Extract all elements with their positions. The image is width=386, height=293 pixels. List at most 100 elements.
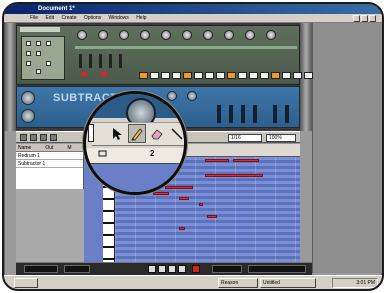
rack-rail-left: [4, 23, 16, 131]
synth-slider[interactable]: [253, 105, 257, 123]
magnifier-lens: 2: [83, 91, 187, 195]
synth-slider[interactable]: [273, 105, 277, 123]
menu-create[interactable]: Create: [61, 15, 76, 21]
synth-slider[interactable]: [217, 105, 221, 123]
minimize-button[interactable]: [353, 15, 360, 22]
step-button[interactable]: [150, 72, 159, 79]
midi-note[interactable]: [153, 192, 169, 195]
taskbar-task-reason[interactable]: Reason: [218, 278, 258, 288]
menu-edit[interactable]: Edit: [45, 15, 54, 21]
midi-note[interactable]: [179, 197, 189, 200]
midi-note[interactable]: [205, 159, 229, 162]
close-button[interactable]: [369, 15, 376, 22]
menu-help[interactable]: Help: [136, 15, 146, 21]
enable-led: [101, 72, 107, 76]
start-button[interactable]: [14, 278, 38, 288]
edit-view-button[interactable]: [30, 134, 37, 141]
drum-slider[interactable]: [89, 54, 92, 68]
pencil-tool-icon[interactable]: [128, 124, 146, 143]
drum-lane-button[interactable]: [50, 134, 57, 141]
step-button[interactable]: [293, 72, 302, 79]
menu-file[interactable]: File: [30, 15, 38, 21]
pattern-button[interactable]: [36, 51, 41, 56]
pattern-button[interactable]: [26, 41, 31, 46]
step-button[interactable]: [194, 72, 203, 79]
synth-slider[interactable]: [229, 105, 233, 123]
step-button[interactable]: [282, 72, 291, 79]
stop-button[interactable]: [168, 265, 176, 273]
drum-slider[interactable]: [79, 54, 82, 68]
pattern-button[interactable]: [36, 41, 41, 46]
synth-knob[interactable]: [187, 91, 197, 101]
drum-slider[interactable]: [99, 54, 102, 68]
midi-note[interactable]: [233, 159, 259, 162]
step-button[interactable]: [260, 72, 269, 79]
step-button[interactable]: [304, 72, 313, 79]
track-row-redrum[interactable]: Redrum 1: [16, 152, 83, 160]
eraser-tool-icon[interactable]: [148, 124, 166, 143]
pattern-button[interactable]: [36, 69, 41, 74]
midi-note[interactable]: [207, 215, 217, 218]
rewind-button[interactable]: [148, 265, 156, 273]
magnified-scroll-handle: [88, 124, 94, 142]
step-button[interactable]: [183, 72, 192, 79]
forward-button[interactable]: [158, 265, 166, 273]
drum-knob[interactable]: [98, 30, 108, 40]
play-button[interactable]: [178, 265, 186, 273]
step-button[interactable]: [249, 72, 258, 79]
step-button[interactable]: [271, 72, 280, 79]
drum-knob[interactable]: [140, 30, 150, 40]
taskbar-task-untitled[interactable]: Untitled: [260, 278, 316, 288]
drum-slider[interactable]: [109, 54, 112, 68]
zoom-field[interactable]: 100%: [266, 134, 296, 142]
midi-note[interactable]: [199, 203, 203, 206]
step-button[interactable]: [172, 72, 181, 79]
synth-slider[interactable]: [285, 105, 289, 123]
step-button[interactable]: [227, 72, 236, 79]
magnified-synth-panel: [86, 94, 184, 128]
step-button[interactable]: [205, 72, 214, 79]
drum-knob-row: [77, 30, 276, 40]
key-lane-button[interactable]: [40, 134, 47, 141]
system-tray: 3:01 PM: [332, 278, 378, 288]
step-button[interactable]: [216, 72, 225, 79]
track-row-subtractor[interactable]: Subtractor 1: [16, 160, 83, 168]
track-list-empty-area: [16, 189, 84, 262]
synth-knob[interactable]: [21, 91, 35, 105]
screenshot-frame: Document 1* File Edit Create Options Win…: [2, 2, 384, 291]
drum-slider[interactable]: [119, 54, 122, 68]
synth-knob[interactable]: [21, 109, 35, 123]
pattern-button[interactable]: [26, 61, 31, 66]
pattern-button[interactable]: [46, 41, 51, 46]
column-out: Out: [45, 145, 54, 151]
loop-flag-icon: [98, 150, 107, 157]
drum-knob[interactable]: [77, 30, 87, 40]
drum-knob[interactable]: [224, 30, 234, 40]
ruler-bar-number: 2: [150, 149, 155, 158]
step-button[interactable]: [139, 72, 148, 79]
pattern-panel[interactable]: [21, 36, 65, 80]
pattern-button[interactable]: [46, 61, 51, 66]
drum-knob[interactable]: [119, 30, 129, 40]
step-button[interactable]: [161, 72, 170, 79]
midi-note[interactable]: [205, 174, 263, 177]
midi-note[interactable]: [179, 227, 185, 230]
pattern-button[interactable]: [26, 51, 31, 56]
drum-knob[interactable]: [161, 30, 171, 40]
line-tool-icon[interactable]: [168, 124, 184, 143]
arrange-view-button[interactable]: [20, 134, 27, 141]
drum-knob[interactable]: [245, 30, 255, 40]
step-button[interactable]: [238, 72, 247, 79]
snap-select[interactable]: 1/16: [228, 134, 262, 142]
synth-slider[interactable]: [241, 105, 245, 123]
maximize-button[interactable]: [361, 15, 368, 22]
drum-knob[interactable]: [182, 30, 192, 40]
drum-sliders: [75, 54, 135, 68]
drum-knob[interactable]: [203, 30, 213, 40]
menu-windows[interactable]: Windows: [109, 15, 129, 21]
record-button[interactable]: [192, 265, 200, 273]
run-led: [81, 72, 87, 76]
arrow-tool-icon[interactable]: [108, 124, 126, 143]
drum-knob[interactable]: [266, 30, 276, 40]
menu-options[interactable]: Options: [84, 15, 101, 21]
